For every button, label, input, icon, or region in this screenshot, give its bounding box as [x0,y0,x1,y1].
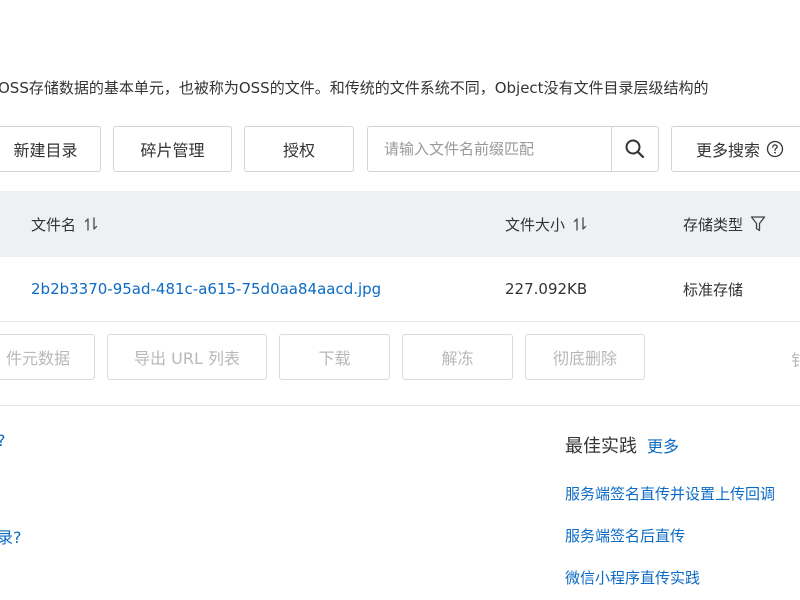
search-button[interactable] [612,127,658,171]
file-table-header: 文件名 文件大小 存储类型 [0,191,800,258]
column-header-storage-type[interactable]: 存储类型 [683,191,766,257]
fragment-management-button[interactable]: 碎片管理 [113,126,232,172]
filter-icon[interactable] [750,215,766,233]
fragment-management-label: 碎片管理 [140,141,205,160]
best-practice-link[interactable]: 服务端签名后直传 [565,525,685,546]
more-search-label: 更多搜索 [696,141,761,160]
search-icon [625,139,645,159]
more-search-button[interactable]: 更多搜索 [671,126,800,172]
sort-icon[interactable] [573,216,587,232]
section-divider [0,405,800,406]
new-directory-label: 新建目录 [13,141,78,160]
storage-type-header-label: 存储类型 [683,215,744,234]
column-header-file-size[interactable]: 文件大小 [505,191,587,257]
download-button[interactable]: 下载 [279,334,390,380]
storage-type-cell: 标准存储 [683,280,744,299]
new-directory-button[interactable]: 新建目录 [0,126,101,172]
unfreeze-label: 解冻 [441,349,474,368]
table-row: 2b2b3370-95ad-481c-a615-75d0aa84aacd.jpg… [0,257,800,322]
search-box [367,126,659,172]
authorize-button[interactable]: 授权 [244,126,354,172]
search-input[interactable] [368,127,612,171]
sort-icon[interactable] [84,216,98,232]
unfreeze-button[interactable]: 解冻 [402,334,513,380]
best-practice-header: 最佳实践 更多 [565,432,679,458]
help-circle-icon [766,140,784,158]
help-link-fragment[interactable]: 录? [0,524,22,548]
help-link-fragment[interactable]: ? [0,431,6,450]
best-practice-title: 最佳实践 [565,436,637,457]
download-label: 下载 [318,349,351,368]
bucket-description: OSS存储数据的基本单元，也被称为OSS的文件。和传统的文件系统不同，Objec… [0,79,709,97]
file-metadata-label: 件元数据 [5,349,70,368]
file-size-header-label: 文件大小 [505,215,566,234]
best-practice-link[interactable]: 服务端签名直传并设置上传回调 [565,483,775,504]
export-url-list-label: 导出 URL 列表 [134,349,240,368]
permanent-delete-button[interactable]: 彻底删除 [525,334,645,380]
file-name-link[interactable]: 2b2b3370-95ad-481c-a615-75d0aa84aacd.jpg [31,257,381,321]
authorize-label: 授权 [282,141,315,160]
permanent-delete-label: 彻底删除 [552,349,617,368]
file-name-header-label: 文件名 [31,215,77,234]
best-practice-more-link[interactable]: 更多 [647,433,679,457]
cut-off-action-text: 钅 [791,351,800,370]
file-size-cell: 227.092KB [505,280,588,298]
export-url-list-button[interactable]: 导出 URL 列表 [107,334,267,380]
best-practice-link[interactable]: 微信小程序直传实践 [565,567,700,588]
file-metadata-button[interactable]: 件元数据 [0,334,95,380]
column-header-file-name[interactable]: 文件名 [31,191,98,257]
